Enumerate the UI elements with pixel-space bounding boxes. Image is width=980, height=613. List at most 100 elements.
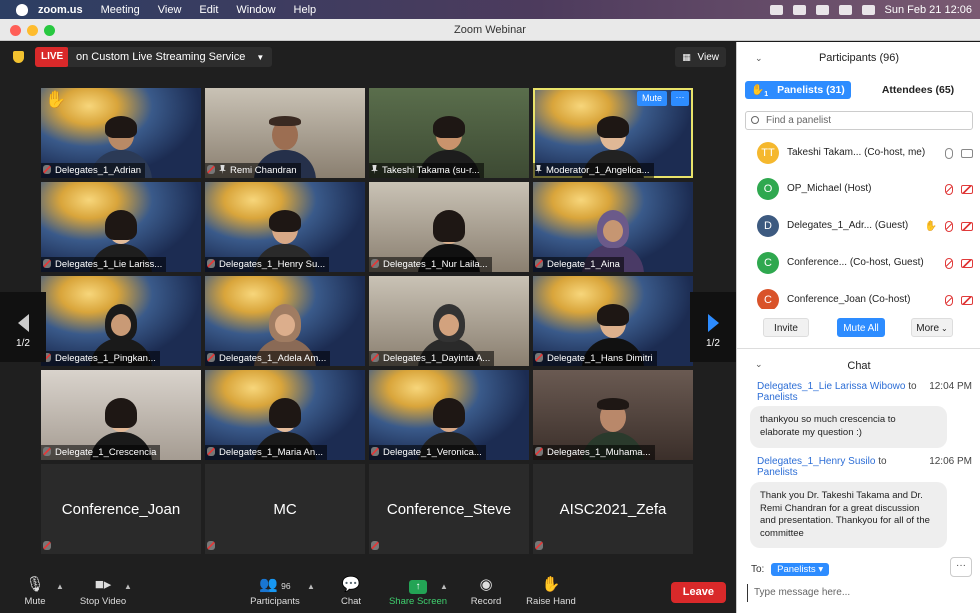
muted-mic-icon[interactable] — [945, 221, 953, 232]
muted-mic-icon — [371, 541, 379, 550]
video-tile-off[interactable]: Conference_Joan — [41, 464, 201, 554]
zoom-tray-icon[interactable] — [769, 4, 783, 15]
recipient-dropdown[interactable]: Panelists ▾ — [771, 563, 830, 576]
video-off-icon[interactable] — [961, 259, 973, 268]
chat-to-word: to — [908, 381, 917, 392]
video-tile[interactable]: ✋ Delegates_1_Adrian — [41, 88, 201, 178]
video-tile-off[interactable]: MC — [205, 464, 365, 554]
video-tile-off[interactable]: Conference_Steve — [369, 464, 529, 554]
video-off-icon[interactable] — [961, 222, 973, 231]
video-camera-icon: ■▸ — [94, 576, 112, 593]
participant-row[interactable]: TT Takeshi Takam... (Co-host, me) — [737, 136, 980, 172]
next-page-button[interactable]: 1/2 — [690, 292, 736, 362]
video-tile[interactable]: Delegates_1_Nur Laila... — [369, 182, 529, 272]
tile-name: Delegate_1_Crescencia — [41, 445, 161, 460]
leave-button[interactable]: Leave — [670, 582, 726, 603]
video-tile[interactable]: Delegate_1_Veronica... — [369, 370, 529, 460]
cloud-icon[interactable] — [815, 4, 829, 15]
dropbox-icon[interactable] — [792, 4, 806, 15]
video-tile[interactable]: Delegates_1_Henry Su... — [205, 182, 365, 272]
video-camera-icon[interactable] — [961, 149, 973, 158]
video-off-icon[interactable] — [961, 185, 973, 194]
chat-sender[interactable]: Delegates_1_Henry Susilo — [757, 456, 875, 467]
video-tile[interactable]: Delegates_1_Muhama... — [533, 370, 693, 460]
share-screen-button[interactable]: ↑ Share Screen — [388, 576, 448, 607]
menu-meeting[interactable]: Meeting — [101, 4, 140, 16]
menu-edit[interactable]: Edit — [199, 4, 218, 16]
video-tile[interactable]: Delegates_1_Dayinta A... — [369, 276, 529, 366]
participant-name: Takeshi Takam... (Co-host, me) — [787, 147, 926, 158]
invite-button[interactable]: Invite — [763, 318, 809, 337]
wifi-icon[interactable] — [838, 4, 852, 15]
participant-row[interactable]: O OP_Michael (Host) — [737, 172, 980, 208]
menu-help[interactable]: Help — [294, 4, 317, 16]
previous-page-button[interactable]: 1/2 — [0, 292, 46, 362]
mute-options-caret-icon[interactable]: ▲ — [56, 582, 64, 591]
participant-row[interactable]: D Delegates_1_Adr... (Guest) ✋ — [737, 209, 980, 245]
participants-options-caret-icon[interactable]: ▲ — [307, 582, 315, 591]
tile-name: Moderator_1_Angelica... — [533, 163, 654, 178]
video-tile[interactable]: Takeshi Takama (su-r... — [369, 88, 529, 178]
muted-mic-icon[interactable] — [945, 184, 953, 195]
video-options-caret-icon[interactable]: ▲ — [124, 582, 132, 591]
video-tile-off[interactable]: AISC2021_Zefa — [533, 464, 693, 554]
record-button[interactable]: ◉ Record — [469, 576, 503, 607]
zoom-window-icon[interactable] — [44, 25, 55, 36]
tile-more-button[interactable]: ··· — [671, 91, 689, 106]
chat-button[interactable]: 💬 Chat — [337, 576, 365, 607]
menu-window[interactable]: Window — [236, 4, 275, 16]
raise-hand-button[interactable]: ✋ Raise Hand — [525, 576, 577, 607]
tile-name: Delegates_1_Adela Am... — [205, 351, 331, 366]
menu-view[interactable]: View — [158, 4, 182, 16]
stream-service-dropdown[interactable]: on Custom Live Streaming Service ▼ — [68, 47, 273, 67]
record-label: Record — [470, 596, 502, 607]
chat-timestamp: 12:04 PM — [929, 381, 972, 392]
participant-row[interactable]: C Conference... (Co-host, Guest) — [737, 246, 980, 282]
video-tile-active-speaker[interactable]: Mute ··· Moderator_1_Angelica... — [533, 88, 693, 178]
muted-mic-icon[interactable] — [945, 258, 953, 269]
tile-name: Takeshi Takama (su-r... — [369, 163, 484, 178]
tab-panelists-label: Panelists (31) — [777, 84, 845, 96]
video-tile[interactable]: Delegates_1_Maria An... — [205, 370, 365, 460]
video-tile[interactable]: Delegates_1_Pingkan... — [41, 276, 201, 366]
menu-app-name[interactable]: zoom.us — [38, 4, 83, 16]
minimize-window-icon[interactable] — [27, 25, 38, 36]
chat-message-bubble: Thank you Dr. Takeshi Takama and Dr. Rem… — [750, 482, 947, 548]
chat-recipient[interactable]: Panelists — [757, 467, 798, 478]
tile-mute-button[interactable]: Mute — [636, 91, 667, 106]
mute-all-button[interactable]: Mute All — [837, 318, 885, 337]
chevron-left-icon — [17, 314, 29, 332]
chat-recipient[interactable]: Panelists — [757, 392, 798, 403]
chat-more-button[interactable]: ··· — [950, 557, 972, 577]
microphone-icon[interactable] — [945, 148, 953, 159]
video-tile[interactable]: Delegates_1_Adela Am... — [205, 276, 365, 366]
share-options-caret-icon[interactable]: ▲ — [440, 582, 448, 591]
muted-mic-icon[interactable] — [945, 295, 953, 306]
participant-row[interactable]: C Conference_Joan (Co-host) — [737, 283, 980, 309]
video-tile[interactable]: Delegate_1_Hans Dimitri — [533, 276, 693, 366]
video-tile[interactable]: Delegates_1_Lie Lariss... — [41, 182, 201, 272]
tile-name: Delegates_1_Adrian — [41, 163, 146, 178]
participants-button[interactable]: 👥 96 Participants — [248, 576, 302, 607]
chevron-down-icon: ⌄ — [941, 324, 948, 333]
panelist-search-input[interactable]: Find a panelist — [745, 111, 973, 130]
tab-attendees[interactable]: Attendees (65) — [865, 81, 971, 99]
apple-icon[interactable] — [16, 3, 28, 16]
close-window-icon[interactable] — [10, 25, 21, 36]
mute-button[interactable]: 🎙 Mute — [20, 576, 50, 607]
menubar-clock[interactable]: Sun Feb 21 12:06 — [885, 4, 972, 16]
security-shield-icon[interactable] — [13, 51, 24, 63]
chat-message-input[interactable]: Type message here... — [747, 584, 971, 602]
video-off-icon[interactable] — [961, 296, 973, 305]
stop-video-button[interactable]: ■▸ Stop Video — [78, 576, 128, 607]
more-button[interactable]: More ⌄ — [911, 318, 953, 337]
view-button[interactable]: ▦ View — [675, 47, 726, 67]
live-badge[interactable]: LIVE — [35, 47, 70, 67]
chevron-right-icon — [707, 314, 719, 332]
tab-panelists[interactable]: ✋1 Panelists (31) — [745, 81, 851, 99]
battery-icon[interactable] — [861, 4, 875, 15]
video-tile[interactable]: Remi Chandran — [205, 88, 365, 178]
chat-sender[interactable]: Delegates_1_Lie Larissa Wibowo — [757, 381, 905, 392]
video-tile[interactable]: Delegate_1_Aina — [533, 182, 693, 272]
video-tile[interactable]: Delegate_1_Crescencia — [41, 370, 201, 460]
